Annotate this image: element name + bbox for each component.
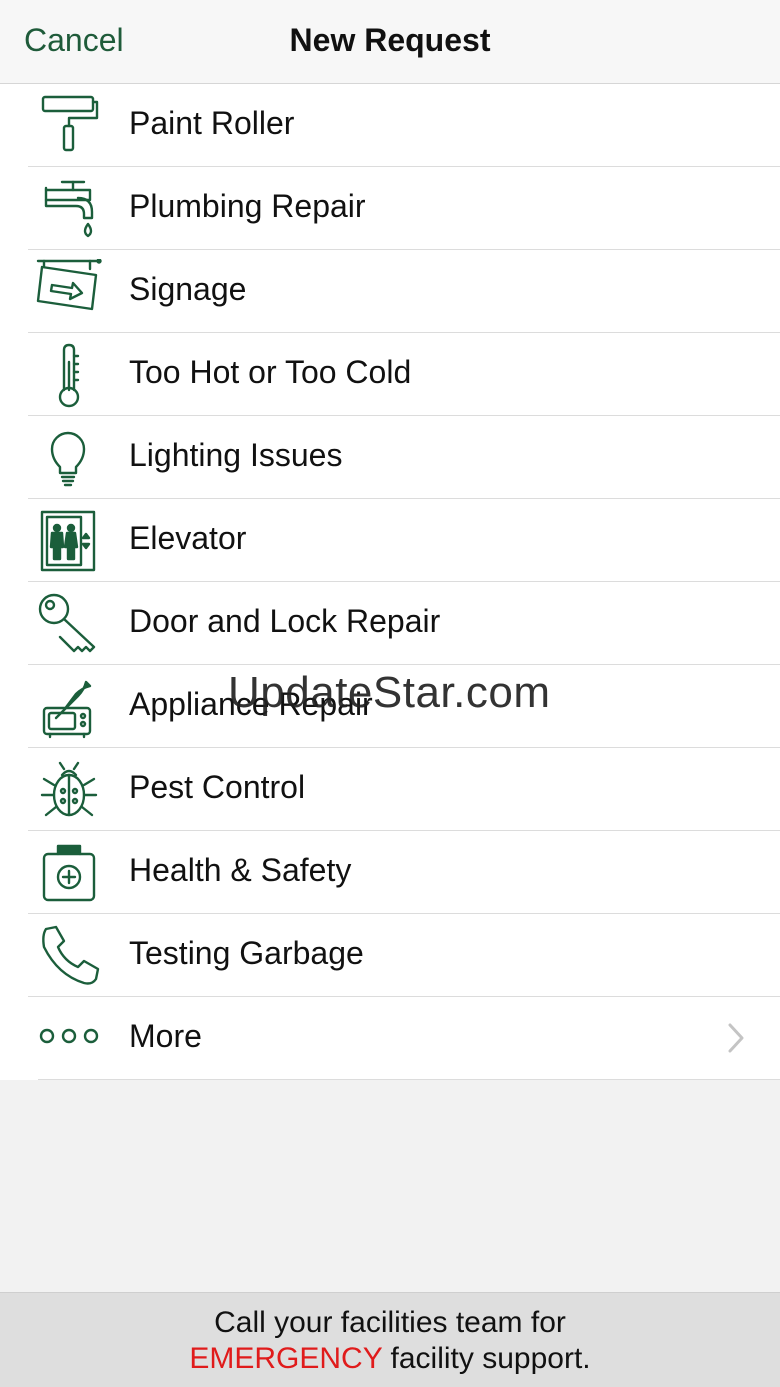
navigation-bar: Cancel New Request bbox=[0, 0, 780, 84]
footer-line-2-text: facility support. bbox=[382, 1342, 591, 1375]
bug-icon bbox=[36, 757, 102, 823]
list-item-label: Health & Safety bbox=[129, 852, 352, 888]
emergency-label: EMERGENCY bbox=[189, 1342, 383, 1375]
list-item-label: Elevator bbox=[129, 520, 247, 556]
list-item-label: Testing Garbage bbox=[129, 935, 364, 971]
list-item-label: Door and Lock Repair bbox=[129, 603, 441, 639]
list-item-paint-roller[interactable]: Paint Roller bbox=[0, 84, 780, 167]
thermometer-icon bbox=[36, 342, 102, 408]
footer-line-2: EMERGENCY facility support. bbox=[0, 1341, 780, 1377]
chevron-right-icon bbox=[728, 1023, 744, 1053]
list-item-label: Pest Control bbox=[129, 769, 306, 805]
lightbulb-icon bbox=[36, 425, 102, 491]
paint-roller-icon bbox=[36, 93, 102, 159]
list-item-elevator[interactable]: Elevator bbox=[0, 499, 780, 582]
list-item-label: More bbox=[129, 1018, 202, 1054]
list-item-label: Too Hot or Too Cold bbox=[129, 354, 412, 390]
footer-line-1: Call your facilities team for bbox=[214, 1306, 566, 1339]
list-item-testing-garbage[interactable]: Testing Garbage bbox=[0, 914, 780, 997]
list-item-plumbing-repair[interactable]: Plumbing Repair bbox=[0, 167, 780, 250]
cancel-button[interactable]: Cancel bbox=[24, 22, 124, 59]
list-item-label: Paint Roller bbox=[129, 105, 295, 141]
request-category-list: Paint Roller Plumbing Repair Signage Too… bbox=[0, 84, 780, 1080]
list-item-signage[interactable]: Signage bbox=[0, 250, 780, 333]
elevator-icon bbox=[36, 508, 102, 574]
more-dots-icon bbox=[36, 1006, 102, 1072]
key-icon bbox=[36, 591, 102, 657]
list-item-door-and-lock-repair[interactable]: Door and Lock Repair bbox=[0, 582, 780, 665]
list-item-label: Signage bbox=[129, 271, 247, 307]
list-item-more[interactable]: More bbox=[0, 997, 780, 1080]
list-item-pest-control[interactable]: Pest Control bbox=[0, 748, 780, 831]
list-item-too-hot-or-too-cold[interactable]: Too Hot or Too Cold bbox=[0, 333, 780, 416]
phone-icon bbox=[36, 923, 102, 989]
sign-icon bbox=[36, 259, 102, 325]
list-item-label: Plumbing Repair bbox=[129, 188, 366, 224]
list-item-health-and-safety[interactable]: Health & Safety bbox=[0, 831, 780, 914]
emergency-footer: Call your facilities team for EMERGENCY … bbox=[0, 1292, 780, 1387]
faucet-icon bbox=[36, 176, 102, 242]
watermark: UpdateStar.com bbox=[228, 668, 551, 717]
list-item-lighting-issues[interactable]: Lighting Issues bbox=[0, 416, 780, 499]
first-aid-kit-icon bbox=[36, 840, 102, 906]
appliance-icon bbox=[36, 674, 102, 740]
list-item-label: Lighting Issues bbox=[129, 437, 343, 473]
